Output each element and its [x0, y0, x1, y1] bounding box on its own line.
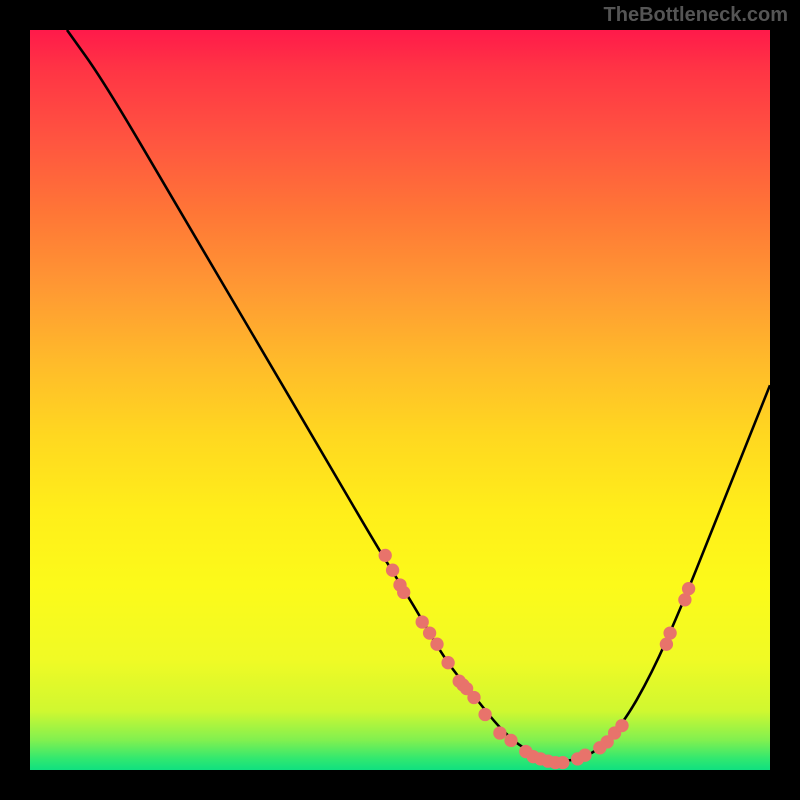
- chart-svg: [30, 30, 770, 770]
- data-point: [663, 626, 676, 639]
- data-point: [478, 708, 491, 721]
- data-point: [397, 586, 410, 599]
- data-point: [416, 615, 429, 628]
- data-point: [504, 734, 517, 747]
- data-point: [379, 549, 392, 562]
- data-point: [682, 582, 695, 595]
- data-point: [467, 691, 480, 704]
- data-point: [423, 626, 436, 639]
- data-point: [386, 564, 399, 577]
- data-points-group: [379, 549, 696, 770]
- data-point: [493, 726, 506, 739]
- data-point: [556, 756, 569, 769]
- data-point: [578, 749, 591, 762]
- data-point: [441, 656, 454, 669]
- plot-area: [30, 30, 770, 770]
- data-point: [615, 719, 628, 732]
- bottleneck-curve: [67, 30, 770, 761]
- attribution-label: TheBottleneck.com: [604, 4, 788, 27]
- data-point: [430, 638, 443, 651]
